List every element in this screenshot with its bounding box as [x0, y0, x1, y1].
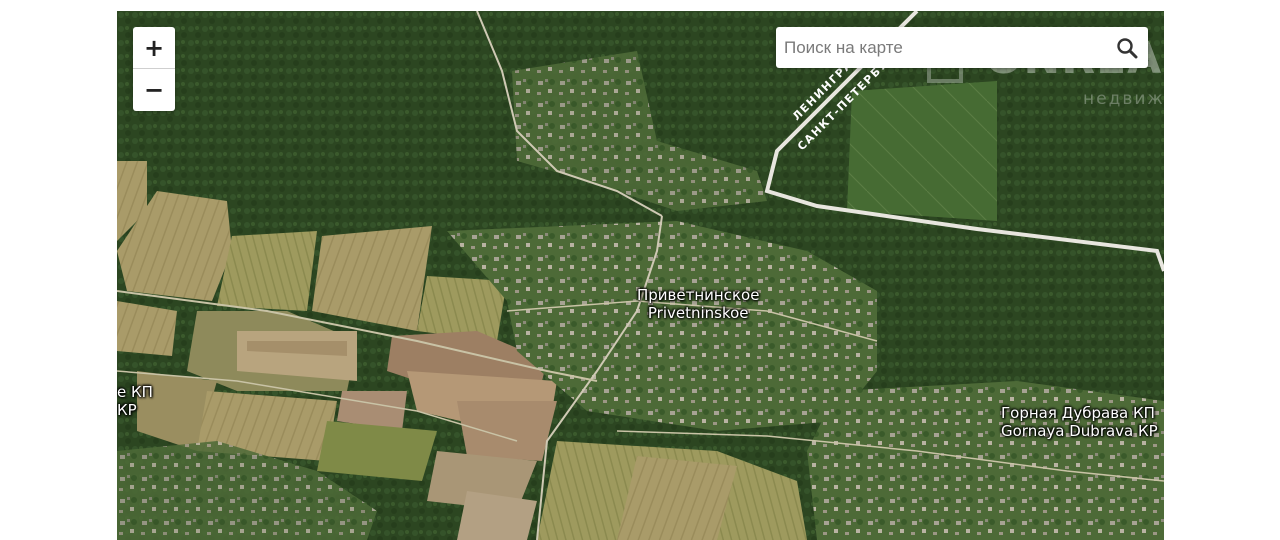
place-name-en: Gornaya Dubrava КР [1001, 422, 1158, 440]
magnifier-icon [1117, 38, 1138, 59]
place-name-ru: е КП [117, 383, 153, 401]
map-view[interactable]: ЛЕНИНГРАДСКА САНКТ-ПЕТЕРБУРГ ONREALT нед… [117, 11, 1164, 540]
search-button[interactable] [1112, 33, 1142, 63]
zoom-control: + − [133, 27, 175, 111]
place-name-en: КР [117, 401, 137, 419]
place-label-privetninskoe[interactable]: Приветнинское Privetninskoe [637, 286, 759, 322]
place-name-ru: Приветнинское [637, 286, 760, 304]
place-label-left-kp[interactable]: е КП КР [117, 383, 153, 419]
zoom-out-button[interactable]: − [133, 69, 175, 110]
map-search-input[interactable] [776, 27, 1106, 68]
place-name-en: Privetninskoe [647, 304, 749, 322]
zoom-in-button[interactable]: + [133, 27, 175, 69]
place-name-ru: Горная Дубрава КП [1001, 404, 1155, 422]
satellite-imagery[interactable]: ЛЕНИНГРАДСКА САНКТ-ПЕТЕРБУРГ [117, 11, 1164, 540]
place-label-gornaya-dubrava[interactable]: Горная Дубрава КП Gornaya Dubrava КР [1001, 404, 1158, 440]
map-search-box [776, 27, 1148, 68]
